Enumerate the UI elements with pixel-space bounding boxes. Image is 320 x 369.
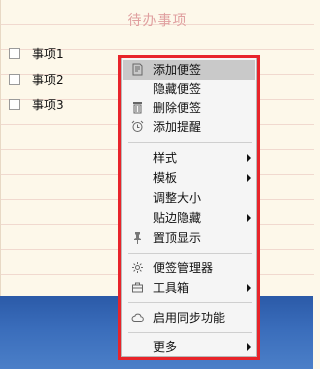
menu-item-label: 添加便签 bbox=[153, 63, 202, 77]
menu-item-delete-note[interactable]: 删除便签 bbox=[123, 98, 255, 118]
menu-item-label: 工具箱 bbox=[153, 281, 190, 295]
note-add-icon bbox=[131, 63, 144, 76]
alarm-clock-icon bbox=[131, 120, 144, 133]
menu-item-label: 添加提醒 bbox=[153, 120, 202, 134]
submenu-arrow-icon bbox=[247, 284, 251, 292]
menu-separator bbox=[128, 302, 252, 303]
menu-item-label: 启用同步功能 bbox=[153, 311, 226, 325]
context-menu: 添加便签 隐藏便签 删除便签 添加提醒 样式 模板 调整大小 贴边隐藏 置顶显示 bbox=[121, 57, 257, 357]
todo-checkbox[interactable] bbox=[9, 98, 20, 110]
menu-item-label: 便签管理器 bbox=[153, 261, 214, 275]
todo-checkbox[interactable] bbox=[9, 47, 20, 59]
menu-separator bbox=[128, 142, 252, 143]
todo-item[interactable]: 事项2 bbox=[9, 71, 64, 87]
menu-item-enable-sync[interactable]: 启用同步功能 bbox=[123, 308, 255, 328]
todo-item[interactable]: 事项3 bbox=[9, 96, 64, 112]
todo-item-label: 事项2 bbox=[32, 72, 64, 87]
cloud-icon bbox=[131, 311, 144, 324]
submenu-arrow-icon bbox=[247, 154, 251, 162]
todo-item-label: 事项3 bbox=[32, 97, 64, 112]
menu-item-label: 更多 bbox=[153, 340, 178, 354]
submenu-arrow-icon bbox=[247, 214, 251, 222]
menu-item-style[interactable]: 样式 bbox=[123, 148, 255, 168]
toolbox-icon bbox=[131, 281, 144, 294]
menu-separator bbox=[128, 332, 252, 333]
todo-item-label: 事项1 bbox=[32, 46, 64, 61]
note-title: 待办事项 bbox=[127, 13, 188, 29]
menu-item-resize[interactable]: 调整大小 bbox=[123, 188, 255, 208]
menu-item-note-manager[interactable]: 便签管理器 bbox=[123, 258, 255, 278]
menu-item-label: 删除便签 bbox=[153, 101, 202, 115]
todo-checkbox[interactable] bbox=[9, 73, 20, 85]
menu-item-toolbox[interactable]: 工具箱 bbox=[123, 278, 255, 298]
menu-item-add-note[interactable]: 添加便签 bbox=[123, 60, 255, 80]
menu-item-pin-top[interactable]: 置顶显示 bbox=[123, 228, 255, 248]
menu-item-label: 样式 bbox=[153, 151, 178, 165]
menu-item-add-reminder[interactable]: 添加提醒 bbox=[123, 117, 255, 137]
menu-item-template[interactable]: 模板 bbox=[123, 168, 255, 188]
menu-item-edge-hide[interactable]: 贴边隐藏 bbox=[123, 208, 255, 228]
menu-item-label: 调整大小 bbox=[153, 191, 202, 205]
gear-icon bbox=[131, 261, 144, 274]
pin-icon bbox=[131, 231, 144, 244]
menu-item-more[interactable]: 更多 bbox=[123, 337, 255, 357]
menu-item-label: 置顶显示 bbox=[153, 231, 202, 245]
menu-item-hide-note[interactable]: 隐藏便签 bbox=[123, 79, 255, 99]
menu-item-label: 隐藏便签 bbox=[153, 82, 202, 96]
menu-item-label: 模板 bbox=[153, 171, 178, 185]
submenu-arrow-icon bbox=[247, 343, 251, 351]
menu-separator bbox=[128, 253, 252, 254]
menu-item-label: 贴边隐藏 bbox=[153, 211, 202, 225]
submenu-arrow-icon bbox=[247, 174, 251, 182]
trash-icon bbox=[131, 101, 144, 114]
todo-item[interactable]: 事项1 bbox=[9, 45, 64, 61]
